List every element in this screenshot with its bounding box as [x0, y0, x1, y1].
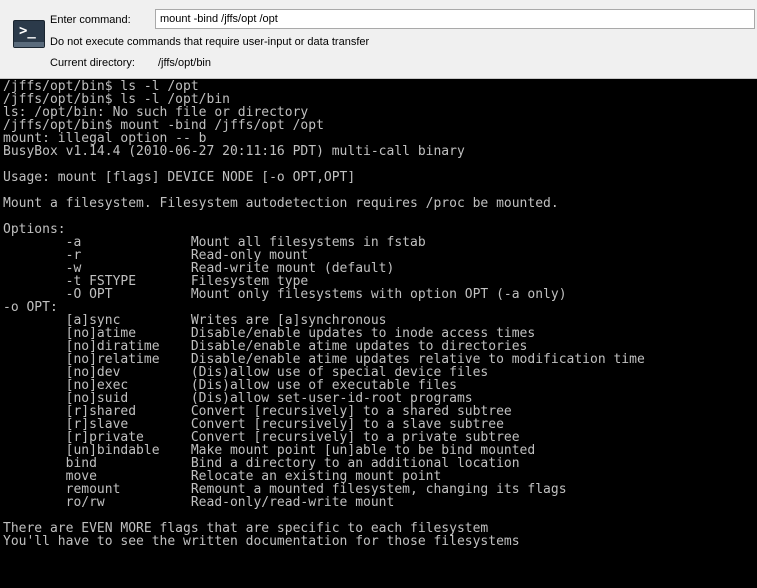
command-panel: >_ Enter command: mount -bind /jffs/opt … — [0, 0, 757, 79]
no-interactive-note: Do not execute commands that require use… — [50, 36, 370, 48]
terminal-icon: >_ — [13, 20, 45, 48]
terminal-line: -O OPT Mount only filesystems with optio… — [3, 287, 567, 302]
current-directory-value: /jffs/opt/bin — [158, 57, 211, 69]
terminal-line: Mount a filesystem. Filesystem autodetec… — [3, 196, 559, 211]
command-input[interactable]: mount -bind /jffs/opt /opt — [155, 9, 755, 29]
terminal-line: ro/rw Read-only/read-write mount — [3, 495, 395, 510]
terminal-line: Usage: mount [flags] DEVICE NODE [-o OPT… — [3, 170, 356, 185]
terminal-output[interactable]: /jffs/opt/bin$ ls -l /opt /jffs/opt/bin$… — [0, 79, 757, 588]
enter-command-label: Enter command: — [50, 14, 131, 26]
terminal-line: You'll have to see the written documenta… — [3, 534, 520, 549]
current-directory-label: Current directory: — [50, 57, 135, 69]
terminal-line: BusyBox v1.14.4 (2010-06-27 20:11:16 PDT… — [3, 144, 465, 159]
terminal-text: /jffs/opt/bin$ ls -l /opt /jffs/opt/bin$… — [0, 79, 757, 548]
